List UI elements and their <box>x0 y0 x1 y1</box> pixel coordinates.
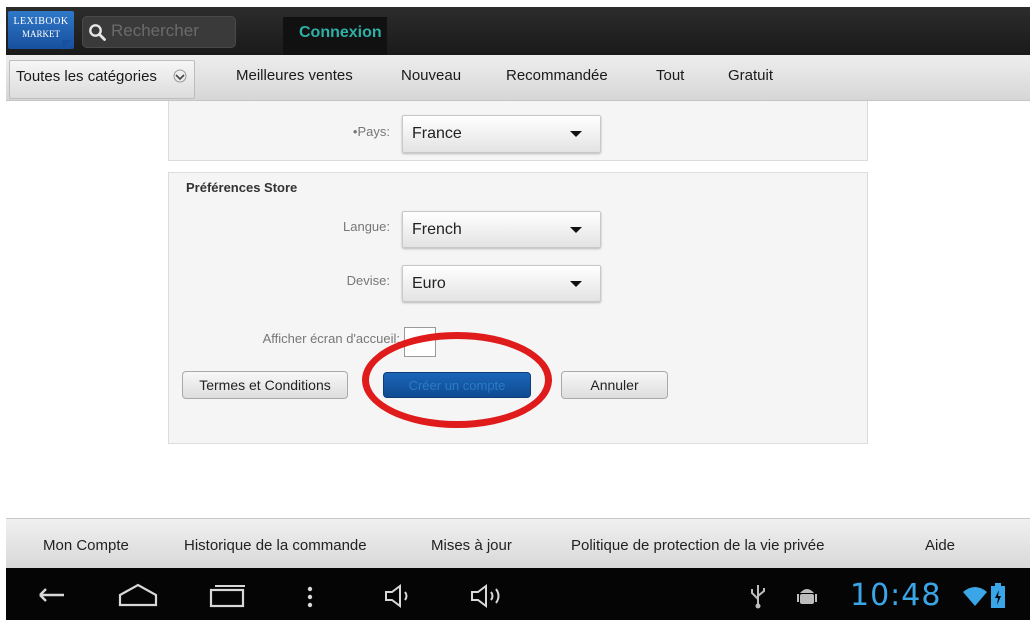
currency-label: Devise: <box>346 273 390 288</box>
footer-link-historique[interactable]: Historique de la commande <box>184 537 367 554</box>
android-debug-icon <box>797 589 817 604</box>
tab-connexion-label: Connexion <box>299 24 382 41</box>
tab-nouveau[interactable]: Nouveau <box>401 67 461 84</box>
store-preferences-heading: Préférences Store <box>186 180 298 195</box>
footer-link-politique[interactable]: Politique de protection de la vie privée <box>571 537 825 554</box>
status-clock: 10:48 <box>850 578 942 613</box>
footer-link-mises-a-jour[interactable]: Mises à jour <box>431 537 512 554</box>
recent-apps-icon[interactable] <box>205 582 249 610</box>
footer-link-aide[interactable]: Aide <box>925 537 955 554</box>
tab-meilleures-ventes[interactable]: Meilleures ventes <box>236 67 353 84</box>
logo-tail-decoration <box>62 40 72 50</box>
footer-link-mon-compte[interactable]: Mon Compte <box>43 537 129 554</box>
back-icon[interactable] <box>30 583 70 607</box>
chevron-down-icon <box>173 69 187 83</box>
caret-down-icon <box>570 227 582 233</box>
red-highlight-circle <box>362 332 552 428</box>
terms-button[interactable]: Termes et Conditions <box>182 371 348 399</box>
home-icon[interactable] <box>116 581 160 609</box>
logo-line-1: LEXIBOOK <box>13 16 69 27</box>
country-label: •Pays: <box>352 124 390 139</box>
category-dropdown-label: Toutes les catégories <box>16 68 157 85</box>
country-value: France <box>412 125 462 142</box>
battery-icon <box>991 583 1005 608</box>
currency-value: Euro <box>412 275 446 292</box>
volume-down-icon[interactable] <box>382 582 418 610</box>
language-value: French <box>412 221 462 238</box>
tab-gratuit[interactable]: Gratuit <box>728 67 773 84</box>
volume-up-icon[interactable] <box>468 582 508 610</box>
cancel-button[interactable]: Annuler <box>561 371 668 399</box>
homescreen-label: Afficher écran d'accueil: <box>262 331 400 346</box>
tab-recommandee[interactable]: Recommandée <box>506 67 608 84</box>
language-label: Langue: <box>343 219 390 234</box>
caret-down-icon <box>570 131 582 137</box>
tab-tout[interactable]: Tout <box>656 67 684 84</box>
menu-icon[interactable] <box>303 584 317 610</box>
search-placeholder: Rechercher <box>111 21 199 40</box>
caret-down-icon <box>570 281 582 287</box>
footer-bar <box>6 518 1030 569</box>
wifi-icon <box>963 587 987 606</box>
search-icon <box>89 24 106 41</box>
usb-icon <box>751 585 765 609</box>
